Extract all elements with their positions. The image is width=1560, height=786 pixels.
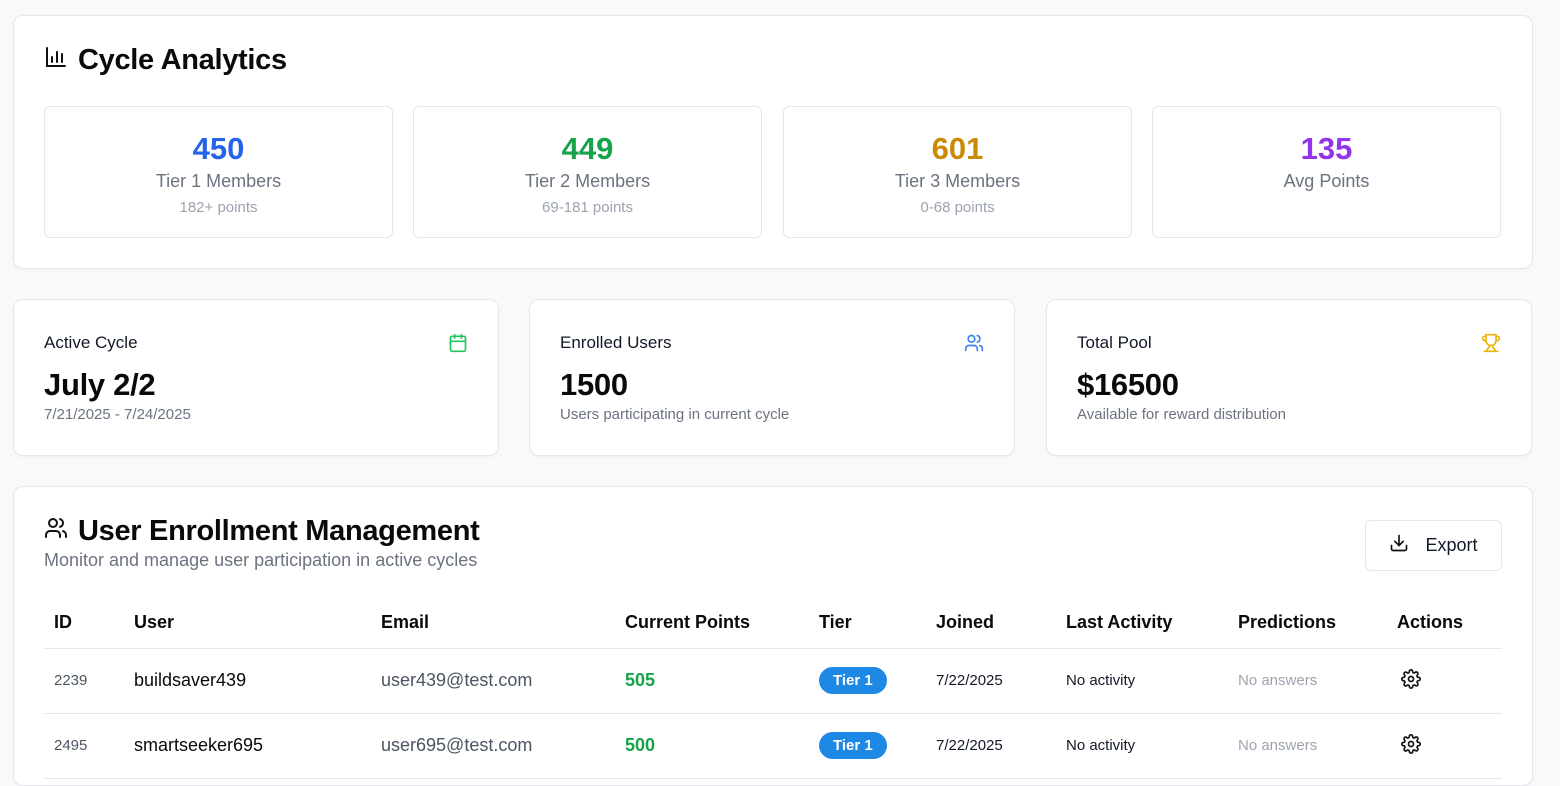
user-enrollment-card: User Enrollment Management Monitor and m…	[13, 486, 1533, 786]
active-cycle-card: Active Cycle July 2/2 7/21/2025 - 7/24/2…	[13, 299, 499, 456]
cell-tier: Tier 1	[809, 648, 926, 714]
cell-id: 2495	[44, 713, 124, 779]
tier-badge: Tier 1	[819, 667, 887, 694]
stat-tier-1: 450 Tier 1 Members 182+ points	[44, 106, 393, 238]
stat-label: Tier 3 Members	[894, 171, 1021, 191]
cell-predictions: No answers	[1228, 648, 1387, 714]
bar-chart-icon	[44, 44, 68, 77]
stat-value: 135	[1300, 131, 1353, 166]
table-row[interactable]: 2495 smartseeker695 user695@test.com 500…	[44, 713, 1502, 779]
active-cycle-value: July 2/2	[44, 367, 156, 402]
enrollment-table: ID User Email Current Points Tier Joined…	[44, 597, 1502, 779]
cell-last-activity: No activity	[1056, 648, 1228, 714]
stat-sub: 69-181 points	[542, 199, 633, 216]
gear-icon[interactable]	[1401, 733, 1421, 758]
cell-last-activity: No activity	[1056, 713, 1228, 779]
cycle-analytics-card: Cycle Analytics 450 Tier 1 Members 182+ …	[13, 15, 1533, 269]
users-icon	[44, 515, 68, 548]
enrollment-header: User Enrollment Management	[44, 515, 480, 548]
column-header-tier[interactable]: Tier	[809, 597, 926, 649]
column-header-joined[interactable]: Joined	[926, 597, 1056, 649]
column-header-id[interactable]: ID	[44, 597, 124, 649]
enrollment-title: User Enrollment Management	[78, 515, 480, 547]
cycle-analytics-header: Cycle Analytics	[44, 44, 287, 77]
cycle-analytics-title: Cycle Analytics	[78, 44, 287, 76]
cell-email: user439@test.com	[371, 648, 615, 714]
trophy-icon	[1481, 333, 1501, 358]
cell-user: smartseeker695	[124, 713, 371, 779]
stat-tier-3: 601 Tier 3 Members 0-68 points	[783, 106, 1132, 238]
column-header-actions: Actions	[1387, 597, 1502, 649]
cell-joined: 7/22/2025	[926, 648, 1056, 714]
cell-tier: Tier 1	[809, 713, 926, 779]
export-button[interactable]: Export	[1365, 520, 1502, 571]
tier-badge: Tier 1	[819, 732, 887, 759]
users-icon	[964, 333, 984, 358]
column-header-points[interactable]: Current Points	[615, 597, 809, 649]
cell-predictions: No answers	[1228, 713, 1387, 779]
cell-points: 500	[615, 713, 809, 779]
stat-value: 601	[931, 131, 984, 166]
cell-points: 505	[615, 648, 809, 714]
export-label: Export	[1425, 535, 1478, 555]
stat-value: 450	[192, 131, 245, 166]
enrollment-subtitle: Monitor and manage user participation in…	[44, 550, 478, 570]
total-pool-card: Total Pool $16500 Available for reward d…	[1046, 299, 1532, 456]
gear-icon[interactable]	[1401, 668, 1421, 693]
enrolled-users-sub: Users participating in current cycle	[560, 406, 790, 423]
cell-email: user695@test.com	[371, 713, 615, 779]
stat-avg-points: 135 Avg Points	[1152, 106, 1501, 238]
column-header-email[interactable]: Email	[371, 597, 615, 649]
stat-sub: 0-68 points	[920, 199, 995, 216]
cell-user: buildsaver439	[124, 648, 371, 714]
stat-label: Tier 2 Members	[524, 171, 651, 191]
stat-label: Avg Points	[1283, 171, 1370, 191]
enrolled-users-value: 1500	[560, 367, 628, 402]
total-pool-label: Total Pool	[1077, 333, 1152, 352]
stat-sub: 182+ points	[179, 199, 258, 216]
stat-value: 449	[561, 131, 614, 166]
cell-actions	[1387, 648, 1502, 714]
active-cycle-label: Active Cycle	[44, 333, 138, 352]
active-cycle-dates: 7/21/2025 - 7/24/2025	[44, 406, 191, 423]
column-header-user[interactable]: User	[124, 597, 371, 649]
cell-joined: 7/22/2025	[926, 713, 1056, 779]
table-row[interactable]: 2239 buildsaver439 user439@test.com 505 …	[44, 648, 1502, 714]
enrolled-users-card: Enrolled Users 1500 Users participating …	[529, 299, 1015, 456]
stat-tier-2: 449 Tier 2 Members 69-181 points	[413, 106, 762, 238]
calendar-icon	[448, 333, 468, 358]
download-icon	[1389, 533, 1409, 558]
total-pool-sub: Available for reward distribution	[1077, 406, 1286, 423]
stat-label: Tier 1 Members	[155, 171, 282, 191]
column-header-last-activity[interactable]: Last Activity	[1056, 597, 1228, 649]
column-header-predictions[interactable]: Predictions	[1228, 597, 1387, 649]
cell-actions	[1387, 713, 1502, 779]
enrolled-users-label: Enrolled Users	[560, 333, 672, 352]
total-pool-value: $16500	[1077, 367, 1179, 402]
table-header-row: ID User Email Current Points Tier Joined…	[44, 597, 1502, 649]
cell-id: 2239	[44, 648, 124, 714]
